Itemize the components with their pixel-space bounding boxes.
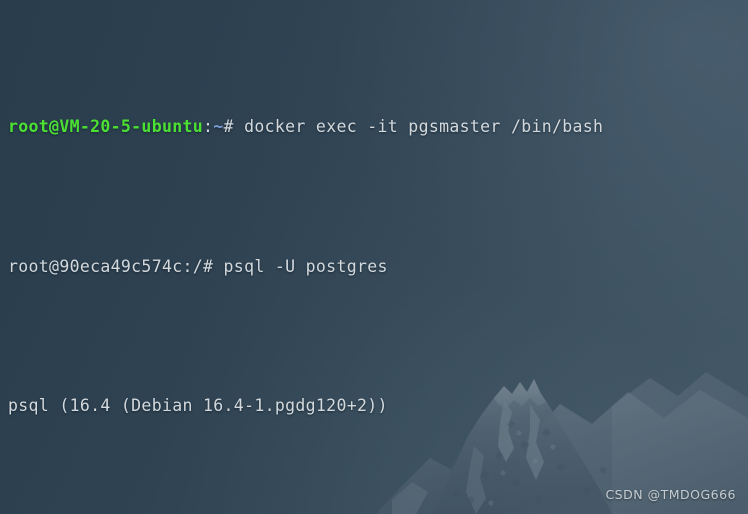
csdn-watermark: CSDN @TMDOG666 (605, 487, 736, 502)
command-text: docker exec -it pgsmaster /bin/bash (244, 117, 604, 137)
terminal-line-2: root@90eca49c574c:/# psql -U postgres (8, 250, 748, 285)
prompt-colon: : (203, 117, 214, 137)
terminal-line-1: root@VM-20-5-ubuntu:~# docker exec -it p… (8, 110, 748, 145)
prompt-user-host: root@VM-20-5-ubuntu (8, 117, 204, 137)
terminal-screen[interactable]: root@VM-20-5-ubuntu:~# docker exec -it p… (0, 0, 748, 514)
command-text: psql -U postgres (223, 256, 388, 276)
terminal-line-3: psql (16.4 (Debian 16.4-1.pgdg120+2)) (8, 395, 388, 415)
container-prompt: root@90eca49c574c:/# (8, 256, 224, 276)
prompt-path: ~ (213, 117, 224, 137)
prompt-sigil: # (223, 117, 245, 137)
terminal-window[interactable]: root@VM-20-5-ubuntu:~# docker exec -it p… (0, 0, 748, 514)
